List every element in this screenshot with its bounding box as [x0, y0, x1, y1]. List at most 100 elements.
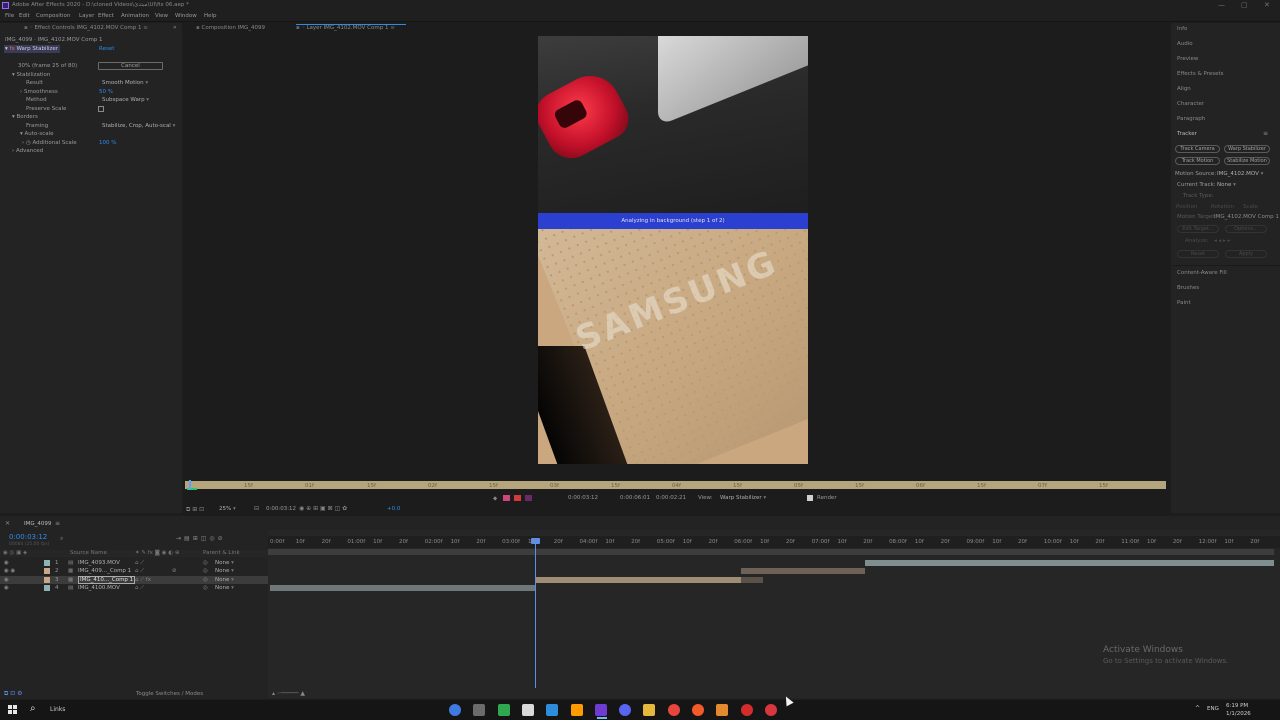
- set-in-point-icon[interactable]: ⬥: [493, 495, 497, 503]
- rotation-checkbox[interactable]: Rotation: [1211, 204, 1234, 210]
- layer-time-indicator[interactable]: [189, 480, 191, 490]
- borders-group[interactable]: ▾ Borders: [12, 114, 38, 120]
- layer-name[interactable]: IMG_4100.MOV: [78, 585, 120, 591]
- menu-effect[interactable]: Effect: [98, 13, 114, 19]
- grid-app-icon[interactable]: [473, 704, 486, 716]
- panel-brushes[interactable]: Brushes: [1177, 285, 1199, 291]
- in-point-time[interactable]: 0:00:03:12: [568, 495, 598, 501]
- taskbar-search-label[interactable]: Links: [50, 706, 65, 713]
- layer-bar-4[interactable]: [270, 585, 535, 591]
- shy-icon[interactable]: ⌂ ⟋: [135, 568, 144, 575]
- panel-audio[interactable]: Audio: [1177, 41, 1193, 47]
- clock-date[interactable]: 1/1/2026: [1226, 711, 1251, 717]
- shy-icon[interactable]: ⌂ ⟋: [135, 585, 144, 592]
- result-dropdown[interactable]: Smooth Motion: [102, 80, 166, 86]
- scale-checkbox[interactable]: Scale: [1243, 204, 1258, 210]
- search-icon[interactable]: ⌕: [30, 703, 36, 714]
- parent-dropdown[interactable]: None: [215, 585, 255, 591]
- label-color-swatch[interactable]: [44, 577, 50, 583]
- layer-name[interactable]: IMG_409..._Comp 1: [78, 568, 131, 574]
- visibility-eye-icon[interactable]: ◉: [4, 585, 9, 591]
- parent-dropdown[interactable]: None: [215, 560, 255, 566]
- pickwhip-icon[interactable]: ◎: [203, 577, 208, 583]
- stabilize-motion-button[interactable]: Stabilize Motion: [1224, 157, 1270, 165]
- track-camera-button[interactable]: Track Camera: [1175, 145, 1220, 153]
- xbox-icon[interactable]: [497, 704, 510, 716]
- position-checkbox[interactable]: Position: [1176, 204, 1197, 210]
- fit-icon[interactable]: ⊟: [254, 505, 259, 512]
- tab-effect-controls[interactable]: ▪ ◦ Effect Controls IMG_4102.MOV Comp 1 …: [24, 25, 148, 35]
- work-area-bar[interactable]: [268, 549, 1274, 555]
- chrome-icon[interactable]: [667, 704, 680, 716]
- render-checkbox[interactable]: [807, 495, 813, 501]
- label-color-swatch[interactable]: [44, 568, 50, 574]
- additional-scale-value[interactable]: 100 %: [99, 140, 116, 146]
- warp-stabilizer-button[interactable]: Warp Stabilizer: [1224, 145, 1270, 153]
- zoom-slider-icon[interactable]: ▴ ◦───── ▲: [272, 690, 305, 697]
- timeline-menu-icon[interactable]: ≡: [55, 520, 60, 527]
- chrome-canary-icon[interactable]: [449, 704, 461, 716]
- tracker-reset-button[interactable]: Reset: [1177, 250, 1219, 258]
- layer-bar-3-tail[interactable]: [741, 577, 763, 583]
- duration-time[interactable]: 0:00:02:21: [656, 495, 686, 501]
- panel-info[interactable]: Info: [1177, 26, 1187, 32]
- edit-target-button[interactable]: Edit Target...: [1177, 225, 1219, 233]
- panel-align[interactable]: Align: [1177, 86, 1191, 92]
- timeline-tools-icon[interactable]: ⇥▤⊞◫◎⊘: [176, 535, 226, 542]
- zoom-dropdown[interactable]: 25%: [219, 506, 249, 512]
- panel-preview[interactable]: Preview: [1177, 56, 1198, 62]
- tracker-apply-button[interactable]: Apply: [1225, 250, 1267, 258]
- close-tab-icon[interactable]: ✕: [5, 520, 10, 527]
- pickwhip-icon[interactable]: ◎: [203, 560, 208, 566]
- layer-row-selected[interactable]: ◉ 3 ▦ IMG_410..._Comp 1 ⌂ ⟋ fx ◎ None: [0, 576, 268, 584]
- clock-time[interactable]: 6:19 PM: [1226, 703, 1248, 709]
- shy-icon[interactable]: ⌂ ⟋ fx: [135, 577, 151, 584]
- visibility-eye-icon[interactable]: ◉ ◉: [4, 568, 15, 574]
- layer-bar-2[interactable]: [741, 568, 865, 574]
- column-source-name[interactable]: Source Name: [70, 550, 107, 556]
- tracker-menu-icon[interactable]: ≡: [1263, 130, 1268, 137]
- panel-paint[interactable]: Paint: [1177, 300, 1191, 306]
- smoothness-value[interactable]: 50 %: [99, 89, 113, 95]
- layer-bar-3[interactable]: [536, 577, 741, 583]
- layer-row[interactable]: ◉ 1 ▤ IMG_4093.MOV ⌂ ⟋ ◎ None: [0, 559, 268, 567]
- vscode-icon[interactable]: [546, 704, 559, 716]
- current-time-display[interactable]: 0:00:03:12: [9, 533, 47, 541]
- label-color-swatch[interactable]: [44, 560, 50, 566]
- toggle-switches-modes[interactable]: Toggle Switches / Modes: [136, 691, 203, 697]
- preserve-scale-checkbox[interactable]: [98, 106, 104, 112]
- additional-scale-row[interactable]: › ◷ Additional Scale: [22, 140, 77, 146]
- stopwatch-icon[interactable]: ◷: [26, 140, 31, 146]
- menu-edit[interactable]: Edit: [19, 13, 30, 19]
- menu-file[interactable]: File: [5, 13, 14, 19]
- label-color-swatch[interactable]: [44, 585, 50, 591]
- menu-animation[interactable]: Animation: [121, 13, 149, 19]
- layer-row[interactable]: ◉ ◉ 2 ▦ IMG_409..._Comp 1 ⌂ ⟋ ⊘ ◎ None: [0, 567, 268, 575]
- smoothness-row[interactable]: › Smoothness: [20, 89, 58, 95]
- menu-layer[interactable]: Layer: [79, 13, 94, 19]
- reset-link[interactable]: Reset: [99, 46, 114, 52]
- panel-expand-icon[interactable]: »: [173, 24, 177, 31]
- brave-icon[interactable]: [692, 704, 704, 716]
- shy-icon[interactable]: ⌂ ⟋: [135, 560, 144, 567]
- method-dropdown[interactable]: Subspace Warp: [102, 97, 166, 103]
- viewer-timecode[interactable]: 0:00:03:12: [266, 506, 296, 512]
- tab-composition[interactable]: ▪ Composition IMG_4099: [196, 25, 265, 35]
- layer-bar-1[interactable]: [865, 560, 1274, 566]
- advanced-group[interactable]: › Advanced: [12, 148, 43, 154]
- motion-source-dropdown[interactable]: IMG_4102.MOV: [1217, 171, 1269, 177]
- layer-name[interactable]: IMG_410..._Comp 1: [78, 576, 136, 584]
- menu-composition[interactable]: Composition: [36, 13, 70, 19]
- auto-scale-group[interactable]: ▾ Auto-scale: [20, 131, 54, 137]
- panel-character[interactable]: Character: [1177, 101, 1204, 107]
- panel-tracker[interactable]: Tracker: [1177, 131, 1197, 137]
- link-icon[interactable]: ⊘: [172, 568, 177, 574]
- layer-row[interactable]: ◉ 4 ▤ IMG_4100.MOV ⌂ ⟋ ◎ None: [0, 584, 268, 592]
- color-label-swatch[interactable]: [503, 495, 510, 501]
- framing-dropdown[interactable]: Stabilize, Crop, Auto-scal: [102, 123, 171, 129]
- options-button[interactable]: Options...: [1225, 225, 1267, 233]
- menu-window[interactable]: Window: [175, 13, 197, 19]
- view-dropdown[interactable]: Warp Stabilizer: [720, 495, 804, 501]
- panel-paragraph[interactable]: Paragraph: [1177, 116, 1205, 122]
- timeline-comp-tab[interactable]: IMG_4099: [24, 521, 51, 527]
